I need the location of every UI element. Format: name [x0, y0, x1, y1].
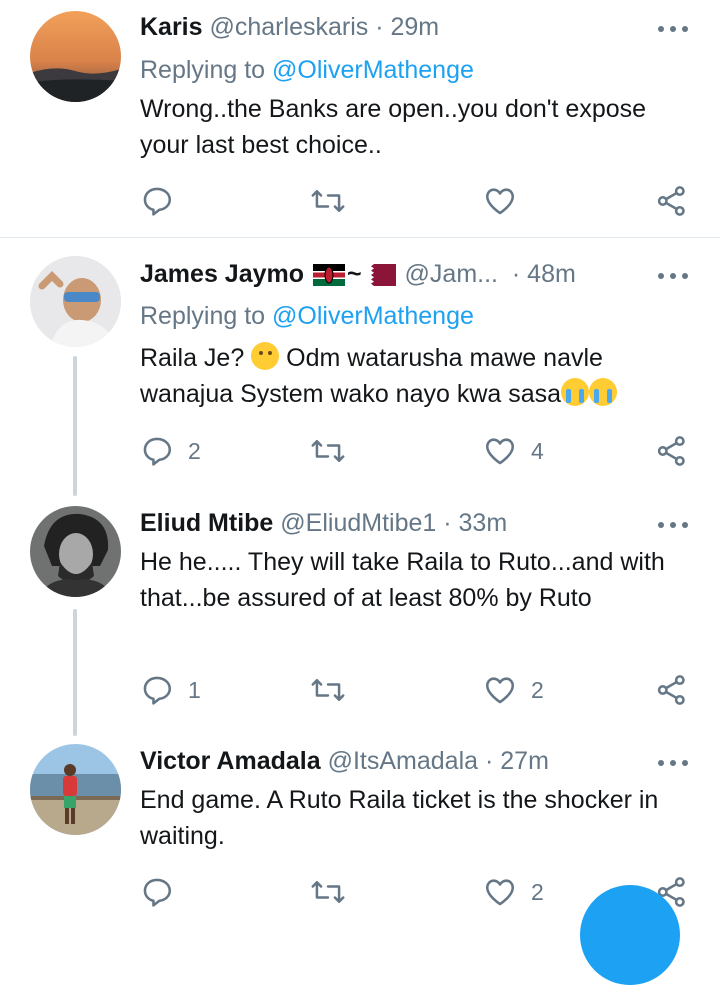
avatar[interactable]	[30, 256, 121, 347]
reply-count: 1	[188, 676, 201, 703]
separator-dot: ·	[485, 747, 494, 775]
retweet-icon	[311, 440, 345, 462]
thread-line	[73, 609, 77, 736]
share-icon	[657, 186, 685, 216]
like-button[interactable]: 4	[483, 431, 544, 471]
display-name[interactable]: Victor Amadala	[140, 747, 321, 775]
heart-icon	[485, 438, 515, 465]
heart-icon	[485, 879, 515, 906]
display-name[interactable]: Karis	[140, 13, 203, 41]
user-handle[interactable]: @Jam...	[405, 260, 498, 288]
reply-button[interactable]: 1	[140, 670, 201, 710]
reply-count: 2	[188, 437, 201, 464]
display-name[interactable]: Eliud Mtibe	[140, 509, 273, 537]
avatar[interactable]	[30, 506, 121, 597]
mention-link[interactable]: @OliverMathenge	[272, 56, 474, 84]
more-options-icon[interactable]	[658, 14, 688, 44]
retweet-button[interactable]	[310, 431, 346, 471]
user-handle[interactable]: @ItsAmadala	[328, 747, 478, 775]
crying-face-icon	[589, 378, 618, 406]
retweet-icon	[311, 881, 345, 903]
reply-button[interactable]	[140, 181, 188, 221]
separator-dot: ·	[375, 13, 384, 41]
like-button[interactable]: 2	[483, 670, 544, 710]
crying-face-icon	[561, 378, 590, 406]
more-options-icon[interactable]	[658, 261, 688, 291]
timestamp[interactable]: 29m	[391, 13, 440, 41]
heart-icon	[485, 677, 515, 704]
text-segment: Raila Je?	[140, 344, 252, 372]
user-handle[interactable]: @EliudMtibe1	[280, 509, 436, 537]
qatar-flag-icon	[363, 264, 396, 287]
retweet-button[interactable]	[310, 670, 346, 710]
retweet-icon	[311, 190, 345, 212]
avatar[interactable]	[30, 11, 121, 102]
replying-to: Replying to @OliverMathenge	[140, 299, 474, 333]
reply-icon	[143, 187, 172, 216]
timestamp[interactable]: 27m	[500, 747, 549, 775]
more-options-icon[interactable]	[658, 748, 688, 778]
like-button[interactable]	[483, 181, 531, 221]
more-options-icon[interactable]	[658, 510, 688, 540]
tweet-james-jaymo[interactable]: James Jaymo ~ @Jam... · 48m Replying to …	[0, 238, 720, 496]
share-button[interactable]	[655, 181, 689, 221]
timestamp[interactable]: 48m	[527, 260, 576, 288]
reply-icon	[143, 437, 172, 466]
share-button[interactable]	[655, 431, 689, 471]
share-icon	[657, 436, 685, 466]
share-icon	[657, 675, 685, 705]
share-button[interactable]	[655, 670, 689, 710]
retweet-button[interactable]	[310, 181, 346, 221]
avatar[interactable]	[30, 744, 121, 835]
separator-dot: ·	[443, 509, 452, 537]
reply-button[interactable]	[140, 872, 188, 912]
like-count: 2	[531, 676, 544, 703]
tweet-text: He he..... They will take Raila to Ruto.…	[140, 548, 665, 612]
name-suffix: ~	[346, 260, 362, 288]
tweet-text: End game. A Ruto Raila ticket is the sho…	[140, 786, 659, 850]
tweet-actions: 2 4	[140, 431, 690, 471]
text-segment: Odm watarusha mawe navle	[279, 344, 603, 372]
like-count: 4	[531, 437, 544, 464]
compose-tweet-button[interactable]	[580, 885, 680, 985]
like-button[interactable]: 2	[483, 872, 544, 912]
mention-link[interactable]: @OliverMathenge	[272, 302, 474, 330]
user-handle[interactable]: @charleskaris	[210, 13, 369, 41]
tweet-header: Victor Amadala @ItsAmadala · 27m	[140, 744, 660, 778]
tweet-karis[interactable]: Karis @charleskaris · 29m Replying to @O…	[0, 0, 720, 238]
tweet-header: Eliud Mtibe @EliudMtibe1 · 33m	[140, 506, 660, 540]
replying-to: Replying to @OliverMathenge	[140, 53, 474, 87]
display-name[interactable]: James Jaymo	[140, 260, 304, 288]
tweet-text: Raila Je? Odm watarusha mawe navle wanaj…	[140, 340, 690, 412]
replying-label: Replying to	[140, 302, 266, 330]
text-segment: wanajua System wako nayo kwa sasa	[140, 380, 562, 408]
thread-line	[73, 356, 77, 496]
reply-icon	[143, 878, 172, 907]
tweet-actions: 1 2	[140, 670, 690, 710]
tweet-text: Wrong..the Banks are open..you don't exp…	[140, 95, 647, 159]
reply-button[interactable]: 2	[140, 431, 201, 471]
thinking-face-icon	[251, 342, 280, 370]
timestamp[interactable]: 33m	[459, 509, 508, 537]
retweet-button[interactable]	[310, 872, 346, 912]
tweet-header: Karis @charleskaris · 29m	[140, 10, 660, 44]
tweet-header: James Jaymo ~ @Jam... · 48m	[140, 257, 660, 291]
like-count: 2	[531, 878, 544, 905]
heart-icon	[485, 188, 515, 215]
reply-icon	[143, 676, 172, 705]
tweet-eliud-mtibe[interactable]: Eliud Mtibe @EliudMtibe1 · 33m He he....…	[0, 496, 720, 736]
tweet-actions	[140, 181, 690, 221]
replying-label: Replying to	[140, 56, 266, 84]
separator-dot: ·	[511, 260, 521, 288]
retweet-icon	[311, 679, 345, 701]
kenya-flag-icon	[312, 264, 345, 287]
